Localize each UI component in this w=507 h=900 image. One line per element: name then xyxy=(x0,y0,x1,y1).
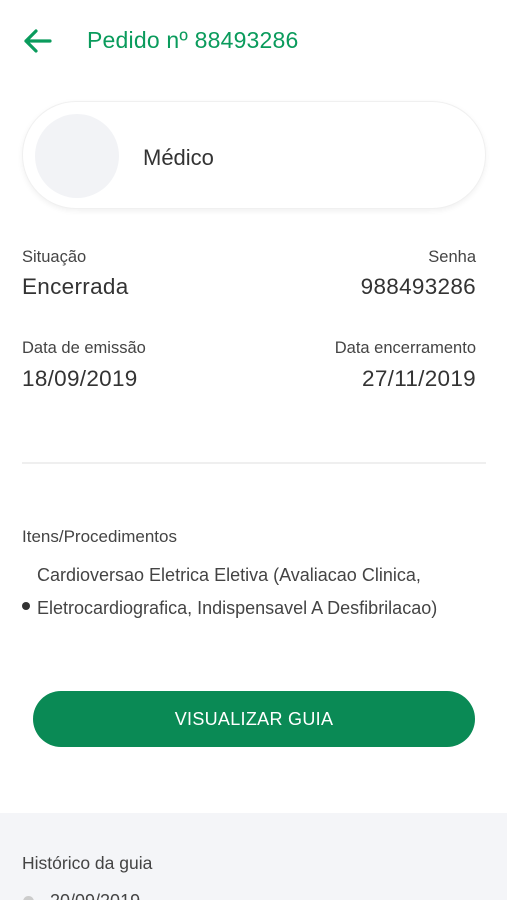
history-title: Histórico da guia xyxy=(22,853,153,873)
divider xyxy=(22,462,486,464)
app-header: Pedido nº 88493286 xyxy=(0,0,507,82)
provider-card: Médico xyxy=(22,101,486,209)
password-label: Senha xyxy=(428,248,476,266)
password-value: 988493286 xyxy=(360,274,476,299)
page-title: Pedido nº 88493286 xyxy=(87,27,299,53)
provider-name: Médico xyxy=(143,145,214,170)
timeline-dot-icon xyxy=(23,896,34,900)
back-button[interactable] xyxy=(22,26,54,56)
items-label: Itens/Procedimentos xyxy=(22,527,177,546)
closing-date-value: 27/11/2019 xyxy=(362,366,476,391)
issue-date-label: Data de emissão xyxy=(22,339,146,357)
status-label: Situação xyxy=(22,248,87,266)
status-value: Encerrada xyxy=(22,274,129,299)
procedure-item: Cardioversao Eletrica Eletiva (Avaliacao… xyxy=(37,565,438,618)
history-entry-date: 20/09/2019 xyxy=(50,891,140,900)
history-section: Histórico da guia 20/09/2019 xyxy=(0,813,507,900)
arrow-left-icon xyxy=(24,29,52,53)
avatar xyxy=(35,114,119,198)
order-detail-screen: Pedido nº 88493286 Médico Situação Encer… xyxy=(0,0,507,900)
closing-date-label: Data encerramento xyxy=(334,339,476,357)
bullet-icon xyxy=(22,602,30,610)
view-guide-button[interactable]: VISUALIZAR GUIA xyxy=(33,691,475,747)
issue-date-value: 18/09/2019 xyxy=(22,366,138,391)
